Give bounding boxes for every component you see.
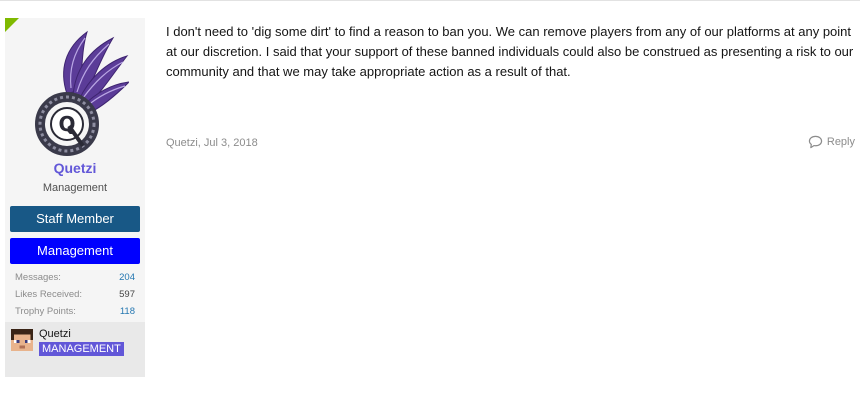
- stat-value: 597: [119, 289, 135, 300]
- stat-value-link[interactable]: 204: [119, 272, 135, 289]
- stat-label: Trophy Points:: [15, 306, 76, 317]
- online-indicator: [5, 18, 19, 32]
- stat-likes: Likes Received: 597: [15, 289, 135, 306]
- speech-bubble-icon: [808, 135, 823, 149]
- stat-label: Likes Received:: [15, 289, 83, 300]
- rank-badge: MANAGEMENT: [39, 342, 124, 356]
- post-meta-link[interactable]: Quetzi, Jul 3, 2018: [166, 137, 258, 149]
- reply-label: Reply: [826, 136, 855, 148]
- stat-trophy-points: Trophy Points: 118: [15, 306, 135, 323]
- user-stats: Messages: 204 Likes Received: 597 Trophy…: [15, 272, 135, 323]
- user-info-panel: Q Quetzi Management Staff Member Managem…: [5, 18, 145, 377]
- minecraft-head-icon: [11, 329, 33, 351]
- badge-username: Quetzi: [39, 328, 71, 340]
- message-body: I don't need to 'dig some dirt' to find …: [166, 24, 854, 79]
- management-banner: Management: [10, 238, 140, 264]
- top-divider: [0, 0, 860, 1]
- winged-q-logo-icon: Q: [35, 30, 131, 156]
- staff-member-banner: Staff Member: [10, 206, 140, 232]
- skin-badge: Quetzi MANAGEMENT: [5, 322, 145, 377]
- stat-value-link[interactable]: 118: [120, 306, 135, 323]
- stat-label: Messages:: [15, 272, 61, 283]
- reply-button[interactable]: Reply: [808, 135, 855, 149]
- username-link[interactable]: Quetzi: [5, 160, 145, 176]
- user-title: Management: [42, 182, 108, 194]
- stat-messages: Messages: 204: [15, 272, 135, 289]
- avatar[interactable]: Q: [29, 30, 131, 158]
